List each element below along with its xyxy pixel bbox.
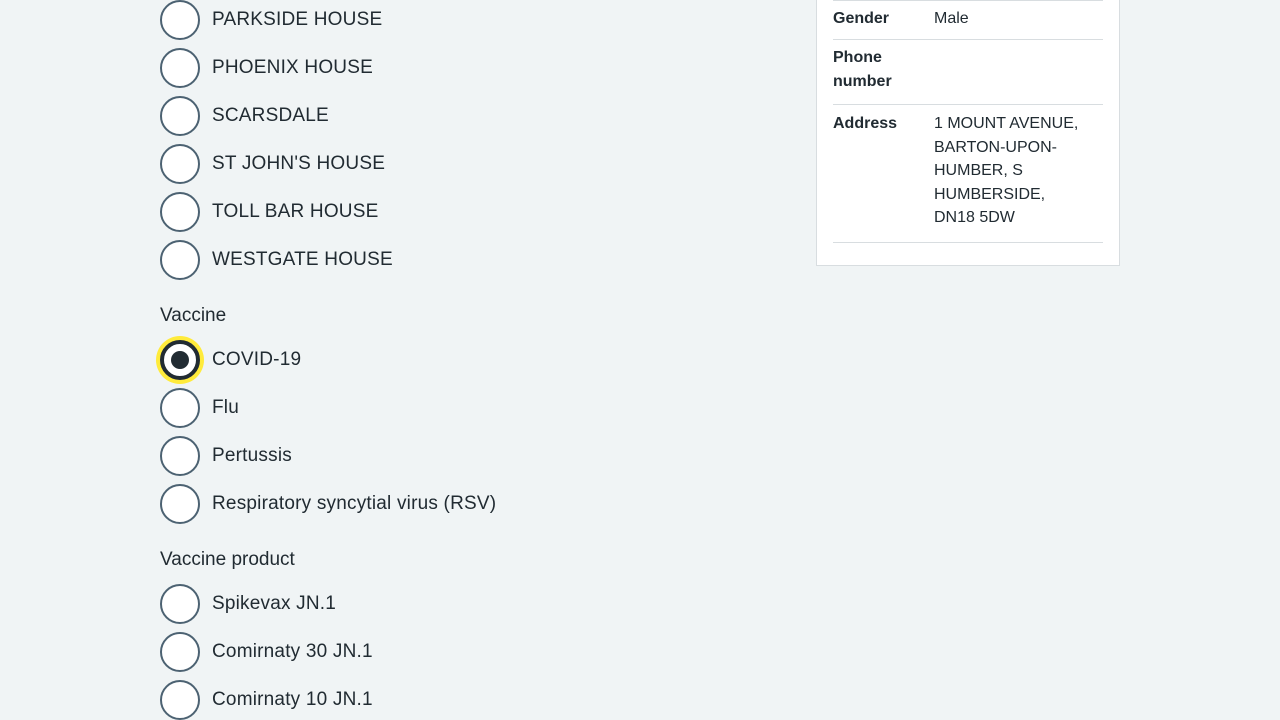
radio-label: Respiratory syncytial virus (RSV) xyxy=(212,493,497,514)
radio-button[interactable] xyxy=(160,144,200,184)
radio-label: Comirnaty 10 JN.1 xyxy=(212,689,373,710)
radio-button[interactable] xyxy=(160,240,200,280)
page: PARKSIDE HOUSE PHOENIX HOUSE SCARSDALE S… xyxy=(0,0,1280,720)
radio-scarsdale[interactable]: SCARSDALE xyxy=(160,96,329,136)
summary-row-phone: Phone number xyxy=(833,40,1103,105)
radio-label: Spikevax JN.1 xyxy=(212,593,337,614)
radio-button[interactable] xyxy=(160,484,200,524)
radio-button[interactable] xyxy=(160,436,200,476)
radio-covid-19[interactable]: COVID-19 xyxy=(160,340,301,380)
radio-westgate-house[interactable]: WESTGATE HOUSE xyxy=(160,240,393,280)
radio-rsv[interactable]: Respiratory syncytial virus (RSV) xyxy=(160,484,496,524)
radio-label: WESTGATE HOUSE xyxy=(212,249,393,270)
radio-button[interactable] xyxy=(160,680,200,720)
radio-label: ST JOHN'S HOUSE xyxy=(212,153,386,174)
radio-button[interactable] xyxy=(160,632,200,672)
radio-button[interactable] xyxy=(160,48,200,88)
summary-row-gender: Gender Male xyxy=(833,1,1103,40)
vaccine-legend: Vaccine xyxy=(160,305,227,326)
radio-toll-bar-house[interactable]: TOLL BAR HOUSE xyxy=(160,192,378,232)
summary-value: Male xyxy=(934,10,969,27)
radio-label: COVID-19 xyxy=(212,349,302,370)
radio-button[interactable] xyxy=(160,388,200,428)
summary-row-address: Address 1 MOUNT AVENUE, BARTON-UPON-HUMB… xyxy=(833,105,1103,243)
summary-key: Phone number xyxy=(833,49,892,90)
radio-pertussis[interactable]: Pertussis xyxy=(160,436,292,476)
radio-flu[interactable]: Flu xyxy=(160,388,239,428)
radio-label: PHOENIX HOUSE xyxy=(212,57,373,78)
patient-summary-list: Gender Male Phone number Address 1 MOUNT… xyxy=(833,0,1103,243)
radio-label: SCARSDALE xyxy=(212,105,329,126)
summary-key: Gender xyxy=(833,10,890,27)
radio-comirnaty-30-jn1[interactable]: Comirnaty 30 JN.1 xyxy=(160,632,373,672)
summary-value: 1 MOUNT AVENUE, BARTON-UPON-HUMBER, S HU… xyxy=(934,115,1079,226)
radio-label: PARKSIDE HOUSE xyxy=(212,9,383,30)
radio-button[interactable] xyxy=(160,0,200,40)
radio-label: Flu xyxy=(212,397,239,418)
vaccine-product-legend: Vaccine product xyxy=(160,549,295,570)
radio-button[interactable] xyxy=(160,584,200,624)
radio-button[interactable] xyxy=(160,192,200,232)
patient-summary-card: Gender Male Phone number Address 1 MOUNT… xyxy=(816,0,1120,266)
radio-spikevax-jn1[interactable]: Spikevax JN.1 xyxy=(160,584,336,624)
summary-key: Address xyxy=(833,115,898,132)
radio-label: Pertussis xyxy=(212,445,292,466)
radio-button[interactable] xyxy=(160,96,200,136)
radio-parkside-house[interactable]: PARKSIDE HOUSE xyxy=(160,0,382,40)
radio-label: Comirnaty 30 JN.1 xyxy=(212,641,373,662)
radio-comirnaty-10-jn1[interactable]: Comirnaty 10 JN.1 xyxy=(160,680,373,720)
radio-button-selected[interactable] xyxy=(160,340,200,380)
radio-phoenix-house[interactable]: PHOENIX HOUSE xyxy=(160,48,373,88)
radio-st-johns-house[interactable]: ST JOHN'S HOUSE xyxy=(160,144,385,184)
summary-value xyxy=(934,46,1089,94)
radio-label: TOLL BAR HOUSE xyxy=(212,201,379,222)
